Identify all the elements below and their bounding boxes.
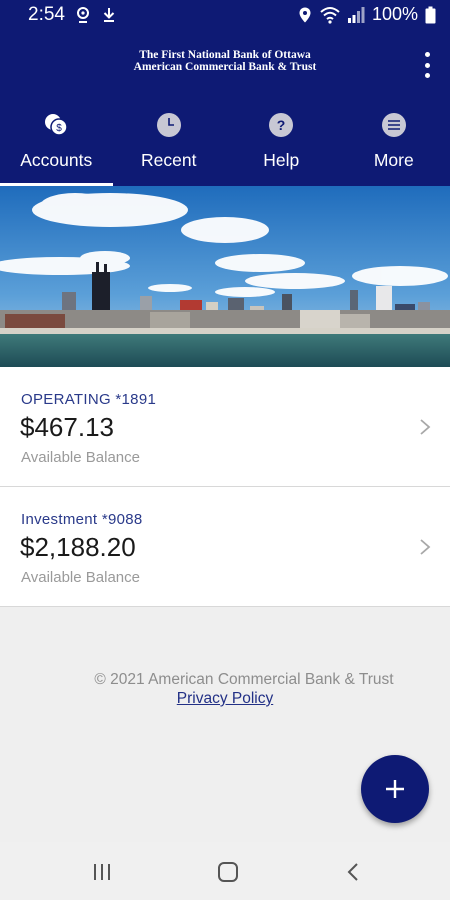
tab-more-label: More [373,150,414,170]
svg-text:$: $ [56,123,62,134]
account-row[interactable]: OPERATING *1891 $467.13 Available Balanc… [0,367,450,487]
tab-more[interactable]: More [338,100,450,186]
more-vert-icon[interactable] [420,52,434,78]
account-balance: $2,188.20 [20,532,136,562]
account-balance-label: Available Balance [21,449,140,466]
wifi-icon [320,6,340,24]
help-icon: ? [269,113,294,137]
recent-apps-icon[interactable] [90,861,114,883]
plus-icon [386,780,404,798]
status-bar: 2:54 100% [0,0,450,30]
app-header: The First National Bank of Ottawa Americ… [0,30,450,100]
account-name: OPERATING *1891 [21,391,157,408]
account-balance-label: Available Balance [21,569,140,586]
location-icon [299,7,311,22]
battery-percent: 100% [371,4,418,24]
clock-icon [156,113,181,137]
chevron-right-icon [420,419,431,435]
accounts-coins-icon: $ [45,114,68,136]
account-name: Investment *9088 [21,511,143,528]
download-icon [103,8,115,22]
tab-accounts[interactable]: $ Accounts [0,100,113,186]
privacy-policy-link[interactable]: Privacy Policy [0,690,450,708]
account-balance: $467.13 [20,412,114,442]
accounts-list: OPERATING *1891 $467.13 Available Balanc… [0,367,450,607]
tab-recent[interactable]: Recent [113,100,226,186]
chevron-right-icon [420,539,431,555]
tab-accounts-label: Accounts [20,150,93,170]
status-time: 2:54 [28,4,65,25]
bank-name-line2: American Commercial Bank & Trust [133,61,317,73]
city-skyline-banner [0,186,450,367]
bank-name-line1: The First National Bank of Ottawa [139,49,311,61]
signal-icon [347,6,365,23]
tab-bar: $ Accounts Recent ? Help More [0,100,450,186]
menu-lines-icon [381,113,406,137]
tab-recent-label: Recent [141,150,197,170]
svg-text:?: ? [277,117,286,133]
back-icon[interactable] [342,861,366,883]
tab-help-label: Help [263,150,300,170]
copyright-text: © 2021 American Commercial Bank & Trust [94,671,394,688]
location-icon [76,7,89,23]
system-nav-bar [0,842,450,900]
account-row[interactable]: Investment *9088 $2,188.20 Available Bal… [0,487,450,607]
battery-icon [425,6,436,23]
add-button[interactable] [361,755,429,823]
bank-name-logo: The First National Bank of Ottawa Americ… [0,49,450,73]
tab-help[interactable]: ? Help [225,100,338,186]
home-icon[interactable] [216,861,240,883]
